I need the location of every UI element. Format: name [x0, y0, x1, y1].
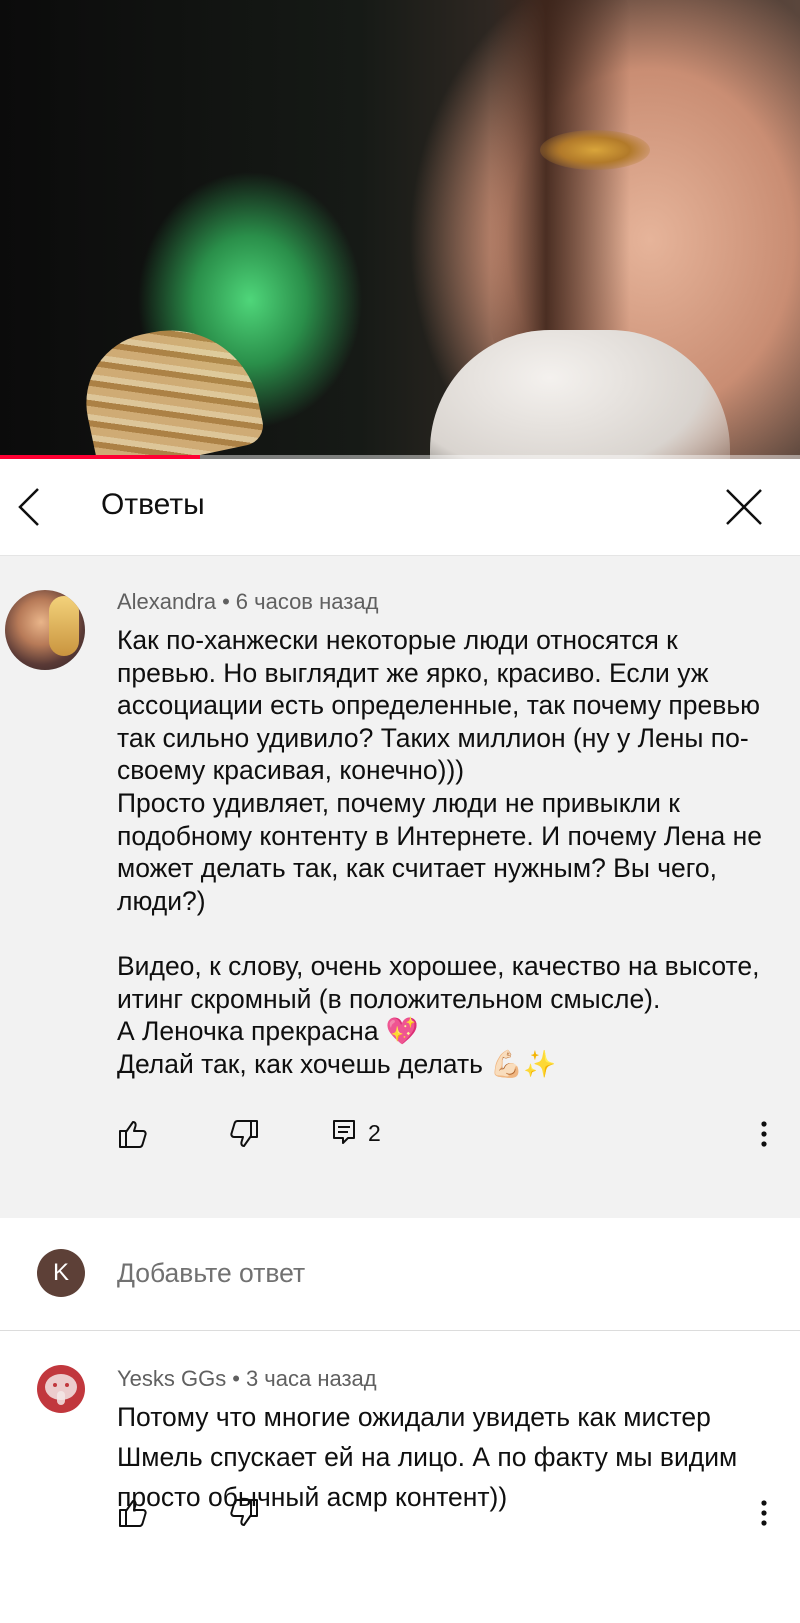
- thumbs-down-icon: [230, 1499, 258, 1526]
- video-frame-detail: [490, 0, 630, 380]
- user-avatar: K: [37, 1249, 85, 1297]
- thumbs-up-icon: [119, 1121, 147, 1148]
- parent-comment: Alexandra • 6 часов назад Как по-ханжески …: [0, 556, 800, 1218]
- elephant-avatar-icon: [45, 1374, 77, 1405]
- page-title: Ответы: [101, 488, 205, 521]
- reply-input[interactable]: Добавьте ответ: [117, 1258, 305, 1289]
- meta-separator: •: [232, 1366, 240, 1391]
- comment-author[interactable]: Yesks GGs: [117, 1366, 226, 1391]
- add-reply-row[interactable]: K Добавьте ответ: [0, 1218, 800, 1331]
- replies-header: Ответы: [0, 459, 800, 556]
- comment-time: 6 часов назад: [235, 589, 379, 614]
- reply-count[interactable]: 2: [368, 1120, 381, 1147]
- comment-time: 3 часа назад: [245, 1366, 377, 1391]
- close-button[interactable]: [724, 487, 764, 527]
- comment-text: Как по-ханжески некоторые люди относятся…: [117, 625, 762, 1079]
- avatar[interactable]: [5, 590, 85, 670]
- thumbs-up-icon: [119, 1500, 147, 1527]
- dislike-button[interactable]: [228, 1497, 260, 1529]
- comment-icon: [333, 1120, 355, 1144]
- comment-author[interactable]: Alexandra: [117, 589, 216, 614]
- like-button[interactable]: [117, 1118, 149, 1150]
- kebab-menu-icon: [761, 1500, 767, 1526]
- thumbs-down-icon: [230, 1120, 258, 1147]
- replies-button[interactable]: [332, 1119, 358, 1145]
- close-icon: [726, 489, 762, 525]
- kebab-menu-icon: [761, 1121, 767, 1147]
- dislike-button[interactable]: [228, 1118, 260, 1150]
- video-frame-detail: [540, 130, 650, 170]
- comment-actions: [0, 1493, 800, 1533]
- more-options-button[interactable]: [760, 1120, 768, 1148]
- video-frame-detail: [73, 313, 267, 459]
- comment-meta: Alexandra • 6 часов назад: [117, 589, 378, 615]
- back-arrow-icon: [18, 488, 39, 526]
- avatar[interactable]: [37, 1365, 85, 1413]
- reply-comment: Yesks GGs • 3 часа назад Потому что многие…: [0, 1331, 800, 1623]
- video-player[interactable]: [0, 0, 800, 459]
- comment-actions: 2: [0, 1114, 800, 1154]
- meta-separator: •: [222, 589, 230, 614]
- comment-meta: Yesks GGs • 3 часа назад: [117, 1366, 377, 1392]
- like-button[interactable]: [117, 1497, 149, 1529]
- avatar-detail: [49, 596, 79, 656]
- more-options-button[interactable]: [760, 1499, 768, 1527]
- video-frame-detail: [430, 330, 730, 459]
- back-button[interactable]: [14, 487, 54, 527]
